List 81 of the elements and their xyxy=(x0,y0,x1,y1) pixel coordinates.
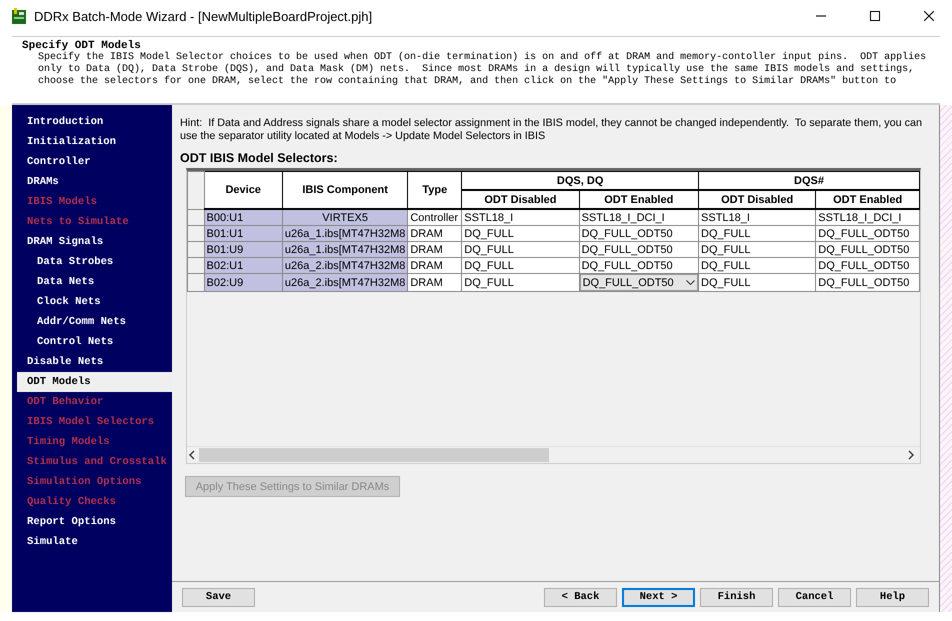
page-heading: Specify ODT Models xyxy=(22,40,141,52)
chevron-down-icon xyxy=(686,280,696,285)
table-cell: SSTL18_I xyxy=(698,209,816,226)
footer-button[interactable]: Next > xyxy=(622,588,695,606)
column-header: Type xyxy=(408,172,462,209)
column-group-header: DQS, DQ xyxy=(462,172,699,190)
row-selector[interactable] xyxy=(188,242,204,258)
table-cell: DQ_FULL xyxy=(698,242,816,258)
close-icon xyxy=(924,11,934,21)
row-selector[interactable] xyxy=(188,226,204,242)
sidebar-item[interactable]: Addr/Comm Nets xyxy=(12,312,172,332)
scroll-right-icon[interactable] xyxy=(906,450,916,460)
footer-button[interactable]: < Back xyxy=(544,588,617,606)
sidebar-item[interactable]: DRAMs xyxy=(12,172,172,192)
sidebar-item[interactable]: Data Nets xyxy=(12,272,172,292)
table-cell: u26a_1.ibs[MT47H32M8 xyxy=(282,242,408,258)
model-dropdown[interactable]: DQ_FULL_ODT50 xyxy=(580,274,698,290)
column-header: IBIS Component xyxy=(282,172,408,209)
sidebar-item[interactable]: DRAM Signals xyxy=(12,232,172,252)
table-title: ODT IBIS Model Selectors: xyxy=(180,151,339,165)
table-cell: VIRTEX5 xyxy=(282,209,408,226)
table-cell: B02:U9 xyxy=(204,274,282,292)
app-icon xyxy=(12,8,26,24)
sidebar-item[interactable]: Data Strobes xyxy=(12,252,172,272)
table-cell: B01:U9 xyxy=(204,242,282,258)
table-cell: DQ_FULL xyxy=(462,226,580,242)
column-header: Device xyxy=(204,172,282,209)
row-selector[interactable] xyxy=(188,274,204,292)
sidebar-item[interactable]: Simulate xyxy=(12,532,172,552)
table-cell: DQ_FULL_ODT50 xyxy=(816,258,920,274)
row-selector[interactable] xyxy=(188,209,204,226)
table-cell: DQ_FULL_ODT50 xyxy=(816,226,920,242)
maximize-icon xyxy=(870,11,880,21)
table-cell: u26a_2.ibs[MT47H32M8 xyxy=(282,258,408,274)
column-header: ODT Enabled xyxy=(816,190,920,209)
table-cell: B00:U1 xyxy=(204,209,282,226)
row-selector[interactable] xyxy=(188,258,204,274)
table-cell: DQ_FULL_ODT50 xyxy=(579,258,699,274)
sidebar-item[interactable]: ODT Models xyxy=(17,372,172,392)
hint-text: Hint: If Data and Address signals share a model selector assignment in the IBIS model, they cannot be changed independently. To separate them, you can use the separator utility located at Models -> Update Model Selectors in IBIS xyxy=(180,117,924,143)
scroll-left-icon[interactable] xyxy=(187,450,197,460)
table-cell: SSTL18_I xyxy=(462,209,580,226)
sidebar-item[interactable]: Controller xyxy=(12,152,172,172)
table-cell: DQ_FULL_ODT50 xyxy=(816,274,920,292)
table-cell: DQ_FULL xyxy=(698,226,816,242)
table-cell: DQ_FULL xyxy=(462,274,580,292)
sidebar-item[interactable]: Disable Nets xyxy=(12,352,172,372)
sidebar-item[interactable]: Introduction xyxy=(12,112,172,132)
table-cell: DQ_FULL xyxy=(462,258,580,274)
column-header: ODT Enabled xyxy=(579,190,699,209)
page-description: Specify the IBIS Model Selector choices to be used when ODT (on-die termination) is on and off at DRAM and memory-contoller input pins. ODT applies only to Data (DQ), Data Strobe (DQS), and Data Mask (DM) nets. Since most DRAMs in a design will typically use the same IBIS models and settings, choose the selectors for one DRAM, select the row containing that DRAM, and then click on the "Apply These Settings to Similar DRAMs" button to xyxy=(37,52,928,88)
sidebar-item[interactable]: Report Options xyxy=(12,512,172,532)
footer-button[interactable]: Save xyxy=(182,588,255,606)
table-cell: Controller xyxy=(408,209,462,226)
table-cell: DQ_FULL_ODT50 xyxy=(816,242,920,258)
sidebar-item[interactable]: Initialization xyxy=(12,132,172,152)
table-cell: B02:U1 xyxy=(204,258,282,274)
column-header: ODT Disabled xyxy=(462,190,580,209)
footer-button[interactable]: Cancel xyxy=(778,588,851,606)
table-cell: B01:U1 xyxy=(204,226,282,242)
table-cell: SSTL18_I_DCI_I xyxy=(816,209,920,226)
table-cell: DRAM xyxy=(408,242,462,258)
table-cell: DRAM xyxy=(408,274,462,292)
table-cell: u26a_2.ibs[MT47H32M8 xyxy=(282,274,408,292)
footer-button[interactable]: Help xyxy=(856,588,929,606)
sidebar-item[interactable]: Control Nets xyxy=(12,332,172,352)
column-group-header: DQS# xyxy=(698,172,920,190)
footer-button[interactable]: Finish xyxy=(700,588,773,606)
table-cell: DRAM xyxy=(408,258,462,274)
horizontal-scrollbar[interactable] xyxy=(187,446,920,463)
table-cell: DQ_FULL xyxy=(698,274,816,292)
table-cell: DQ_FULL_ODT50 xyxy=(579,242,699,258)
sidebar-item[interactable]: Clock Nets xyxy=(12,292,172,312)
table-cell: DQ_FULL xyxy=(462,242,580,258)
table-cell: DRAM xyxy=(408,226,462,242)
table-cell: DQ_FULL xyxy=(698,258,816,274)
table-cell: u26a_1.ibs[MT47H32M8 xyxy=(282,226,408,242)
window-title: DDRx Batch-Mode Wizard - [NewMultipleBoardProject.pjh] xyxy=(34,8,374,24)
table-cell: DQ_FULL_ODT50 xyxy=(579,226,699,242)
table-cell: SSTL18_I_DCI_I xyxy=(579,209,699,226)
column-header: ODT Disabled xyxy=(698,190,816,209)
